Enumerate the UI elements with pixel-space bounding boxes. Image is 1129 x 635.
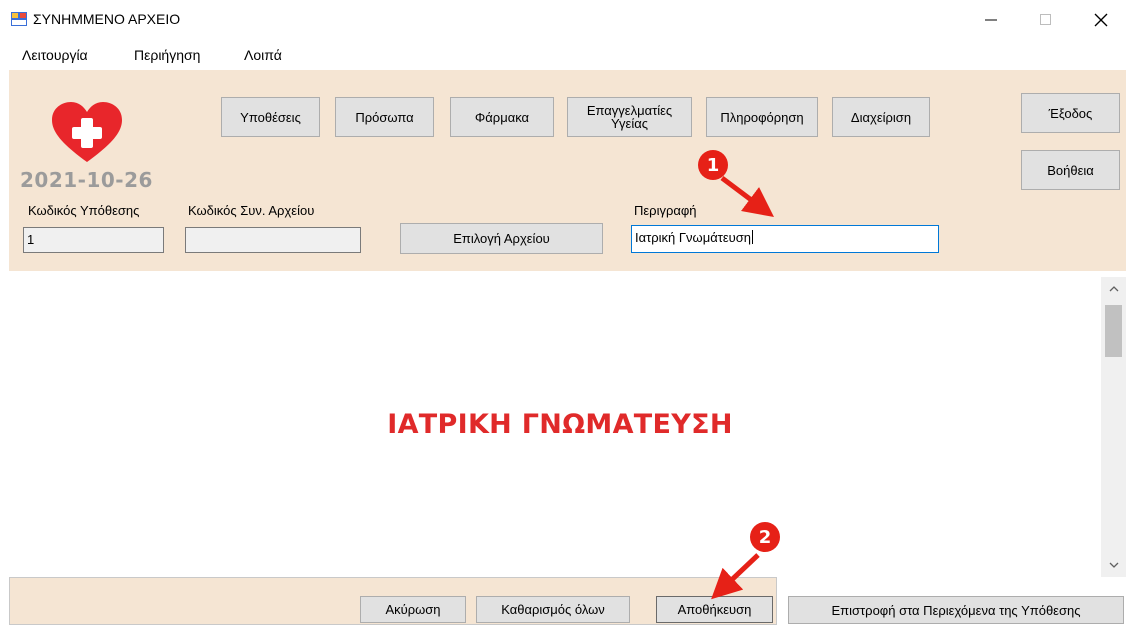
document-text: ΙΑΤΡΙΚΗ ΓΝΩΜΑΤΕΥΣΗ (387, 409, 733, 440)
date-display: 2021-10-26 (20, 168, 153, 192)
window-title: ΣΥΝΗΜΜΕΝΟ ΑΡΧΕΙΟ (33, 11, 181, 27)
health-professionals-label-line2: Υγείας (610, 116, 648, 131)
scroll-up-button[interactable] (1101, 279, 1126, 299)
persons-button[interactable]: Πρόσωπα (335, 97, 434, 137)
clear-all-button[interactable]: Καθαρισμός όλων (476, 596, 630, 623)
annotation-marker-1: 1 (698, 150, 728, 180)
menu-item-operation[interactable]: Λειτουργία (22, 47, 88, 63)
exit-button[interactable]: Έξοδος (1021, 93, 1120, 133)
close-button[interactable] (1078, 6, 1124, 34)
help-button[interactable]: Βοήθεια (1021, 150, 1120, 190)
case-code-label: Κωδικός Υπόθεσης (28, 203, 140, 218)
information-button[interactable]: Πληροφόρηση (706, 97, 818, 137)
chevron-down-icon (1109, 562, 1118, 568)
attach-code-field[interactable] (185, 227, 361, 253)
management-button[interactable]: Διαχείριση (832, 97, 930, 137)
chevron-up-icon (1109, 286, 1118, 292)
return-to-case-contents-button[interactable]: Επιστροφή στα Περιεχόμενα της Υπόθεσης (788, 596, 1124, 624)
minimize-button[interactable] (968, 6, 1014, 34)
attach-code-label: Κωδικός Συν. Αρχείου (188, 203, 315, 218)
description-input[interactable]: Ιατρική Γνωμάτευση (631, 225, 939, 253)
save-button[interactable]: Αποθήκευση (656, 596, 773, 623)
document-scrollbar[interactable] (1101, 277, 1126, 577)
menu-item-other[interactable]: Λοιπά (244, 47, 282, 63)
maximize-icon (1040, 14, 1051, 25)
annotation-marker-2: 2 (750, 522, 780, 552)
cases-button[interactable]: Υποθέσεις (221, 97, 320, 137)
document-viewer[interactable]: ΙΑΤΡΙΚΗ ΓΝΩΜΑΤΕΥΣΗ (18, 277, 1126, 577)
menu-item-navigation[interactable]: Περιήγηση (134, 47, 200, 63)
minimize-icon (985, 19, 997, 21)
scroll-down-button[interactable] (1101, 555, 1126, 575)
heart-logo-icon (52, 102, 122, 162)
close-icon (1094, 13, 1108, 27)
description-label: Περιγραφή (634, 203, 697, 218)
text-caret (752, 230, 753, 244)
case-code-field[interactable]: 1 (23, 227, 164, 253)
health-professionals-button[interactable]: Επαγγελματίες Υγείας (567, 97, 692, 137)
maximize-button[interactable] (1023, 6, 1069, 34)
app-icon (11, 12, 27, 26)
cancel-button[interactable]: Ακύρωση (360, 596, 466, 623)
choose-file-button[interactable]: Επιλογή Αρχείου (400, 223, 603, 254)
menu-bar: Λειτουργία Περιήγηση Λοιπά (0, 38, 1129, 68)
description-input-value: Ιατρική Γνωμάτευση (635, 230, 751, 245)
title-bar: ΣΥΝΗΜΜΕΝΟ ΑΡΧΕΙΟ (0, 0, 1129, 38)
drugs-button[interactable]: Φάρμακα (450, 97, 554, 137)
scroll-thumb[interactable] (1105, 305, 1122, 357)
